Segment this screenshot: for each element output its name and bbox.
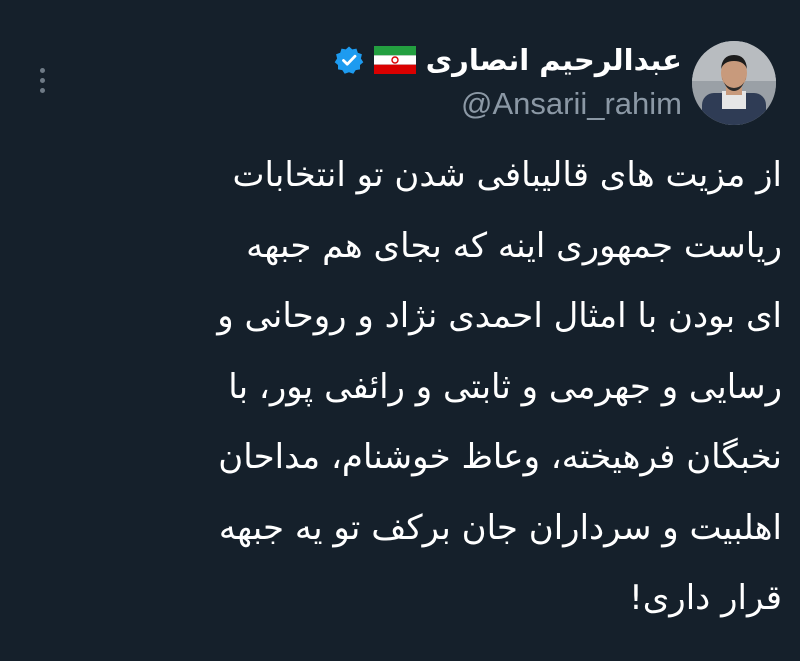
tweet-header: عبدالرحیم انصاری @Ansarii_rahim xyxy=(162,38,682,122)
more-options-icon[interactable] xyxy=(30,60,54,100)
tweet-text-line: ای بودن با امثال احمدی نژاد و روحانی و xyxy=(217,296,782,336)
tweet-text-line: رسایی و جهرمی و ثابتی و رائفی پور، با xyxy=(228,366,782,407)
tweet-text-line: اهلبیت و سرداران جان برکف تو یه جبهه xyxy=(218,507,782,548)
iran-flag-icon xyxy=(373,46,416,74)
avatar-image xyxy=(692,41,776,125)
tweet-text: از مزیت های قالیبافی شدن تو انتخابات ریا… xyxy=(42,140,782,634)
tweet-text-line: از مزیت های قالیبافی شدن تو انتخابات xyxy=(232,155,782,195)
more-options-dot xyxy=(39,87,45,93)
verified-badge-icon xyxy=(334,45,364,75)
tweet-text-line: قرار داری! xyxy=(629,578,782,618)
author-handle[interactable]: @Ansarii_rahim xyxy=(162,86,682,122)
author-display-name[interactable]: عبدالرحیم انصاری xyxy=(426,43,682,77)
more-options-dot xyxy=(39,77,45,83)
tweet-text-line: ریاست جمهوری اینه که بجای هم جبهه xyxy=(246,225,782,266)
more-options-dot xyxy=(39,67,45,73)
avatar[interactable] xyxy=(692,41,776,125)
author-name-row: عبدالرحیم انصاری xyxy=(162,38,682,82)
tweet-text-line: نخبگان فرهیخته، وعاظ خوشنام، مداحان xyxy=(218,437,782,477)
